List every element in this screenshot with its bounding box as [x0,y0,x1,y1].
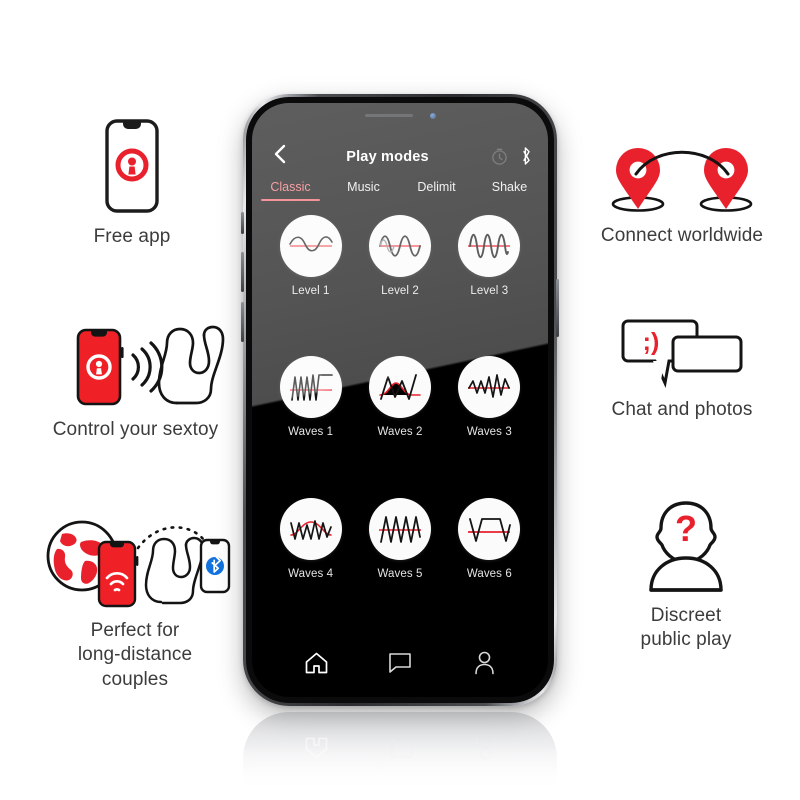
svg-text:?: ? [675,508,697,549]
mode-disc[interactable] [368,215,431,277]
mode-item[interactable]: Waves 2 [355,356,444,497]
mode-item[interactable]: Waves 6 [445,497,534,639]
long-distance-label: Perfect for long-distance couples [77,620,193,690]
globe-phone-toy-bluetooth-icon [46,520,231,608]
control-sextoy-art [36,325,236,407]
mode-item[interactable]: Waves 3 [445,356,534,497]
header-icon-group [491,147,532,165]
mode-item[interactable]: Waves 4 [266,497,355,639]
play-mode-grid: Level 1 Level 2 Level 3 Waves 1 Waves 2 … [252,201,548,639]
front-camera-icon [429,112,436,119]
reflection-body [243,712,557,790]
reflection-fade-mask [243,712,557,790]
earpiece-speaker-icon [364,114,413,117]
home-icon [305,652,327,674]
wave-waves-2-icon [379,374,421,401]
wave-waves-4-icon [289,519,332,540]
chat-icon-reflection [391,738,413,758]
wave-waves-1-icon [289,374,333,402]
wave-level-1-icon [288,236,333,252]
connect-worldwide-art [604,147,760,213]
mode-disc[interactable] [458,215,521,277]
feature-control-sextoy: Control your sextoy [18,325,253,442]
mode-item[interactable]: Level 2 [355,215,444,356]
mode-disc[interactable] [368,497,431,560]
mode-disc[interactable] [458,497,521,560]
reflection-nav-icons [252,722,548,774]
mode-label: Level 1 [291,285,330,297]
bluetooth-icon [523,147,530,165]
tab-delimit[interactable]: Delimit [400,180,473,201]
phone-reflection [243,712,557,790]
free-app-label: Free app [93,226,171,247]
tab-classic[interactable]: Classic [254,180,327,201]
bluetooth-button[interactable] [520,147,532,165]
feature-long-distance: Perfect for long-distance couples [22,516,248,692]
mode-label: Waves 1 [288,426,334,439]
feature-chat-photos: ;) Chat and photos [592,315,772,422]
mode-item[interactable]: Waves 5 [355,497,444,639]
mode-disc[interactable] [279,356,342,419]
mode-label: Waves 5 [377,567,423,580]
mode-label: Waves 4 [288,567,334,580]
tab-music[interactable]: Music [327,180,400,201]
anonymous-person-question-icon: ? [649,501,723,592]
speech-bubbles-wink-icon: ;) [621,319,743,388]
mode-item[interactable]: Level 1 [266,215,355,356]
page-title: Play modes [346,149,429,165]
discreet-play-label: Discreet public play [640,605,732,651]
connect-worldwide-label: Connect worldwide [600,225,764,246]
control-sextoy-label: Control your sextoy [52,419,219,440]
timer-icon [492,148,507,165]
long-distance-art [37,516,233,608]
profile-icon [474,651,494,675]
phone-notch [326,103,474,128]
phone-mockup: Play modes Classic Music Delimit Shake L… [241,94,559,706]
mode-disc[interactable] [368,356,431,419]
profile-icon-reflection [475,736,495,760]
silent-switch[interactable] [241,212,244,234]
discreet-play-art: ? [639,497,733,593]
wave-level-2-icon [378,235,421,257]
wave-waves-3-icon [468,374,511,399]
nav-profile-button[interactable] [467,648,501,678]
mode-label: Waves 2 [377,426,423,439]
mode-item[interactable]: Waves 1 [266,356,355,497]
feature-discreet-play: ? Discreet public play [598,497,774,653]
svg-text:;): ;) [643,328,660,356]
chat-photos-art: ;) [620,315,744,388]
mode-disc[interactable] [458,356,521,419]
tab-shake[interactable]: Shake [473,180,546,201]
mode-label: Level 2 [381,285,419,297]
mode-item[interactable]: Level 3 [445,215,534,356]
mode-disc[interactable] [279,497,342,560]
wave-waves-6-icon [468,517,512,542]
wave-level-3-icon [468,233,511,259]
feature-connect-worldwide: Connect worldwide [576,147,788,248]
two-map-pins-arc-icon [611,148,753,212]
mode-label: Level 3 [470,285,509,297]
app-bottom-nav [252,639,548,697]
volume-up-button[interactable] [241,252,244,292]
app-screen-content: Play modes Classic Music Delimit Shake L… [252,103,548,697]
mode-tabs: Classic Music Delimit Shake [254,169,546,201]
mode-label: Waves 3 [466,426,512,439]
volume-down-button[interactable] [241,302,244,342]
timer-button[interactable] [491,148,508,165]
mode-disc[interactable] [279,215,342,277]
mode-label: Waves 6 [466,567,512,580]
chat-icon [389,653,411,673]
phone-screen: Play modes Classic Music Delimit Shake L… [252,103,548,697]
nav-home-button[interactable] [299,648,333,678]
feature-free-app: Free app [52,118,212,249]
home-icon-reflection [305,737,328,759]
free-app-art [104,118,160,214]
nav-chat-button[interactable] [383,648,417,678]
phone-with-app-logo-icon [105,119,159,213]
power-button[interactable] [556,279,559,337]
chat-photos-label: Chat and photos [611,399,753,420]
phone-signal-toy-icon [76,325,224,406]
wave-waves-5-icon [378,515,421,543]
